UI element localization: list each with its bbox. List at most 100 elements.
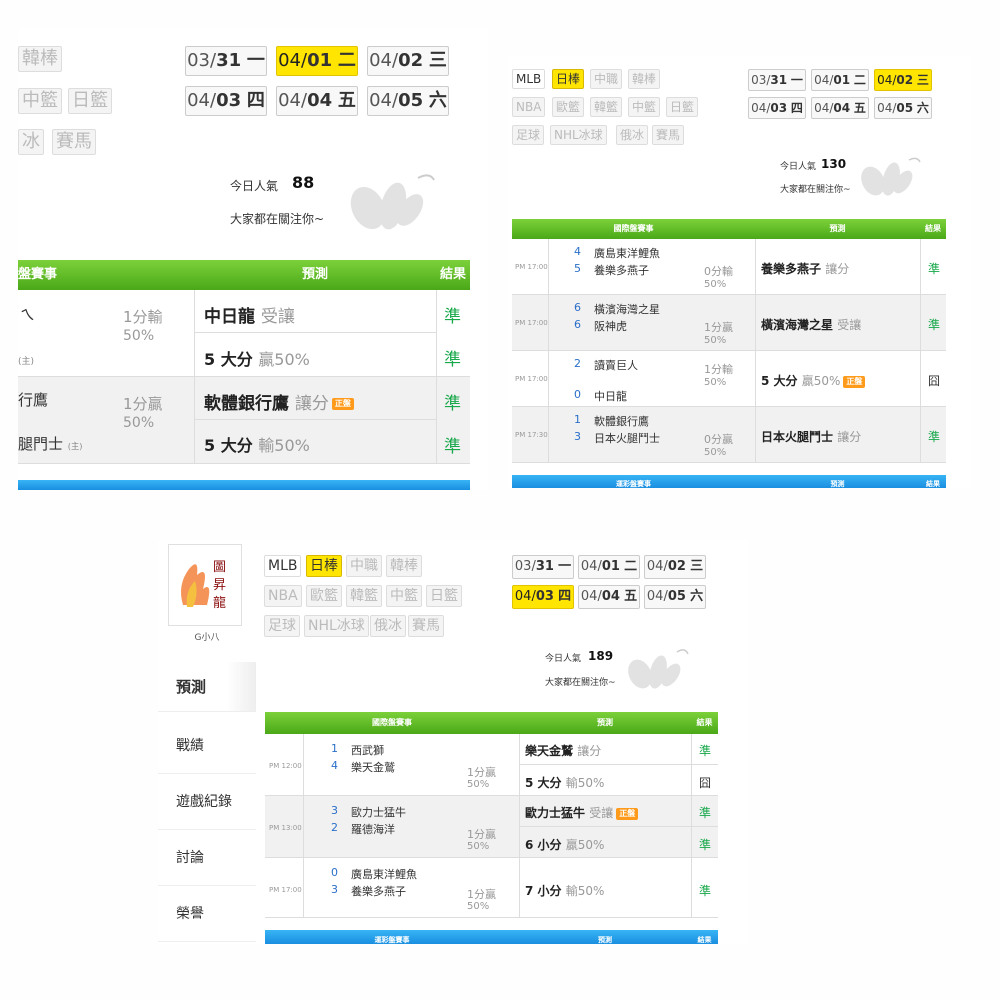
date-0405[interactable]: 04/05 六	[367, 86, 449, 116]
handicap-pct: 50%	[704, 279, 727, 290]
tag-khl[interactable]: 俄冰	[616, 125, 649, 145]
tag-npb[interactable]: 日棒	[306, 555, 342, 577]
date-prefix: 04/	[646, 559, 668, 574]
date-day: 02	[667, 559, 686, 574]
tag-cba[interactable]: 中籃	[628, 97, 661, 117]
prediction-type: 讓分	[825, 262, 850, 276]
team-name: 腿門士	[18, 435, 64, 453]
table-header: 盤賽事 預測 結果	[18, 260, 470, 290]
table-row: PM 17:00 4 廣島東洋鯉魚 5 養樂多燕子 0分輸 50% 養樂多燕子 …	[512, 239, 946, 295]
date-weekday: 四	[558, 589, 572, 604]
date-weekday: 一	[246, 50, 265, 71]
date-0401[interactable]: 04/01 二	[276, 46, 358, 76]
date-weekday: 二	[337, 50, 356, 71]
date-0402[interactable]: 04/02 三	[644, 555, 706, 579]
date-0402[interactable]: 04/02 三	[874, 69, 932, 91]
tag-euro-basketball[interactable]: 歐籃	[306, 585, 342, 607]
date-0403[interactable]: 04/03 四	[748, 97, 806, 119]
table-row: PM 17:00 2 讀賣巨人 0 中日龍 1分輸 50% 5 大分 贏50% 正…	[512, 351, 946, 407]
prediction-type: 贏50%	[801, 374, 841, 388]
tag-jbl[interactable]: 日籃	[426, 585, 462, 607]
date-weekday: 六	[428, 90, 447, 111]
date-0401[interactable]: 04/01 二	[578, 555, 640, 579]
score-2: 5	[574, 262, 581, 275]
score-2: 2	[331, 821, 338, 834]
date-0404[interactable]: 04/04 五	[578, 585, 640, 609]
tag-kbl[interactable]: 韓籃	[590, 97, 623, 117]
date-0331[interactable]: 03/31 一	[185, 46, 267, 76]
tag-kbo[interactable]: 韓棒	[386, 555, 422, 577]
score-2: 3	[331, 883, 338, 896]
prediction: 橫濱海灣之星 受讓	[761, 316, 861, 333]
date-prefix: 04/	[877, 73, 897, 87]
tag-cpbl[interactable]: 中職	[346, 555, 382, 577]
blue-header-result: 結果	[926, 480, 940, 488]
tag-khl[interactable]: 俄冰	[370, 615, 406, 637]
date-0405[interactable]: 04/05 六	[874, 97, 932, 119]
tag-npb[interactable]: 日棒	[552, 69, 585, 89]
table-row: 行鷹 腿門士 (主) 1分贏 50% 軟體銀行鷹 讓分 正盤 準 5 大分 輸50…	[18, 377, 470, 464]
prediction-text: 樂天金鷲	[525, 744, 574, 758]
tag-horse[interactable]: 賽馬	[408, 615, 444, 637]
tag-jbl[interactable]: 日籃	[666, 97, 699, 117]
tag-euro-basketball[interactable]: 歐籃	[552, 97, 585, 117]
sidebar-item-honors[interactable]: 榮譽	[158, 886, 256, 942]
sidebar-item-prediction[interactable]: 預測	[158, 662, 256, 712]
tag-horse[interactable]: 賽馬	[52, 129, 96, 155]
date-0403[interactable]: 04/03 四	[185, 86, 267, 116]
date-weekday: 四	[246, 90, 265, 111]
tag-nhl[interactable]: NHL冰球	[304, 615, 369, 637]
date-day: 03	[770, 101, 788, 115]
header-prediction: 預測	[301, 267, 328, 282]
tag-ice[interactable]: 冰	[18, 129, 44, 155]
sidebar-item-discussion[interactable]: 討論	[158, 830, 256, 886]
sports-lottery-header: 運彩盤賽事 預測 結果	[265, 930, 718, 944]
tag-kbo[interactable]: 韓棒	[18, 46, 62, 72]
match-time: PM 17:30	[515, 431, 548, 439]
prediction-text: 5 大分	[761, 374, 798, 388]
date-0405[interactable]: 04/05 六	[644, 585, 706, 609]
tag-kbo[interactable]: 韓棒	[628, 69, 661, 89]
prediction-text: 橫濱海灣之星	[761, 318, 834, 332]
table-row: PM 17:00 0 廣島東洋鯉魚 3 養樂多燕子 1分贏 50% 7 小分 輸…	[265, 858, 718, 918]
prediction-text: 中日龍	[204, 307, 255, 327]
date-day: 04	[307, 90, 333, 111]
team-1: 軟體銀行鷹	[594, 415, 649, 428]
date-0404[interactable]: 04/04 五	[811, 97, 869, 119]
handicap-pct: 50%	[467, 779, 490, 790]
tag-soccer[interactable]: 足球	[264, 615, 300, 637]
tag-mlb[interactable]: MLB	[512, 69, 546, 89]
header-result: 結果	[439, 267, 466, 282]
tag-cba[interactable]: 中籃	[386, 585, 422, 607]
tag-cpbl[interactable]: 中職	[590, 69, 623, 89]
prediction-text: 5 大分	[525, 776, 562, 790]
date-weekday: 四	[790, 101, 803, 115]
sidebar-item-game-log[interactable]: 遊戲紀錄	[158, 774, 256, 830]
date-0401[interactable]: 04/01 二	[811, 69, 869, 91]
date-0331[interactable]: 03/31 一	[748, 69, 806, 91]
tag-nba[interactable]: NBA	[512, 97, 546, 117]
prediction: 養樂多燕子 讓分	[761, 260, 849, 277]
tag-soccer[interactable]: 足球	[512, 125, 545, 145]
tag-mlb[interactable]: MLB	[264, 555, 302, 577]
tag-cba[interactable]: 中籃	[18, 88, 62, 114]
date-0404[interactable]: 04/04 五	[276, 86, 358, 116]
date-0331[interactable]: 03/31 一	[512, 555, 574, 579]
date-day: 02	[896, 73, 914, 87]
tag-nba[interactable]: NBA	[264, 585, 302, 607]
svg-text:昇: 昇	[213, 578, 226, 593]
date-0403[interactable]: 04/03 四	[512, 585, 574, 609]
tag-jbl[interactable]: 日籃	[68, 88, 112, 114]
sidebar-item-record[interactable]: 戰績	[158, 718, 256, 774]
date-0402[interactable]: 04/02 三	[367, 46, 449, 76]
tag-nhl[interactable]: NHL冰球	[550, 125, 607, 145]
tag-horse[interactable]: 賽馬	[652, 125, 685, 145]
team-top: ㄟ	[20, 306, 36, 324]
prediction-type: 讓分	[577, 744, 602, 758]
date-weekday: 三	[428, 50, 447, 71]
username: G小八	[194, 633, 220, 643]
score-1: 1	[574, 413, 581, 426]
avatar[interactable]: 圖 昇 龍	[168, 544, 242, 626]
match-time: PM 17:00	[269, 886, 302, 894]
tag-kbl[interactable]: 韓籃	[346, 585, 382, 607]
